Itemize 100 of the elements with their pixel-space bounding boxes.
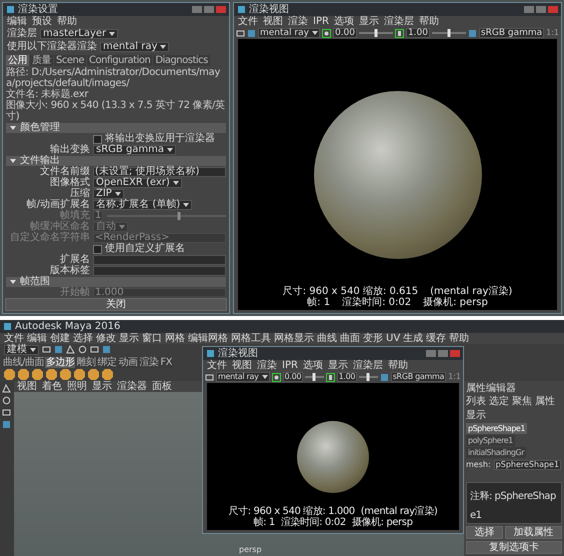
menu-item[interactable]: 文件	[4, 333, 24, 344]
menu-item[interactable]: IPR	[313, 16, 329, 27]
tab[interactable]: Diagnostics	[153, 55, 210, 66]
menu-item[interactable]: 聚焦	[512, 396, 532, 407]
shelf-tab[interactable]: 动画	[117, 357, 138, 368]
panel-button[interactable]: 复制选项卡	[466, 541, 562, 554]
exposure-field[interactable]: 0.00	[332, 28, 358, 38]
node-tab[interactable]: polySphere1	[466, 435, 515, 446]
shelf-tab[interactable]: FX	[159, 357, 173, 368]
menu-item[interactable]: 帮助	[449, 333, 470, 344]
checkbox[interactable]	[93, 244, 102, 254]
menu-item[interactable]: 帮助	[57, 16, 77, 27]
shelf-tab[interactable]: 雕刻	[75, 357, 96, 368]
dropdown[interactable]: sRGB gamma	[93, 145, 176, 155]
menu-item[interactable]: 照明	[67, 381, 87, 392]
menu-item[interactable]: 选择	[73, 333, 93, 344]
menu-item[interactable]: 文件	[238, 16, 258, 27]
toolbar-icon[interactable]	[205, 372, 214, 382]
menu-item[interactable]: 预设	[32, 16, 52, 27]
exposure-field[interactable]: 0.00	[282, 372, 304, 382]
polygon-icon[interactable]	[60, 369, 71, 380]
shelf-tab[interactable]: 绑定	[96, 357, 118, 368]
menu-item[interactable]: 渲染层	[384, 16, 414, 27]
menu-item[interactable]: 渲染	[257, 360, 277, 371]
mode-dropdown[interactable]: 建模	[4, 345, 39, 355]
menu-item[interactable]: 显示	[328, 360, 348, 371]
text-field[interactable]: (未设置; 使用场景名称)	[93, 167, 226, 177]
menu-item[interactable]: 显示	[358, 16, 379, 27]
polygon-icon[interactable]	[102, 369, 113, 380]
tab[interactable]: 公用	[6, 55, 29, 66]
menu-item[interactable]: 变形	[363, 333, 383, 344]
polygon-icon[interactable]	[74, 369, 85, 380]
text-field[interactable]	[93, 266, 226, 276]
tab[interactable]: 质量	[30, 55, 53, 66]
menu-item[interactable]: 编辑	[7, 16, 27, 27]
text-field[interactable]	[93, 255, 226, 265]
color-management-icon[interactable]	[380, 372, 389, 382]
slider-thumb[interactable]	[374, 29, 378, 37]
menu-item[interactable]: UV	[386, 333, 400, 344]
menu-item[interactable]: 显示	[92, 381, 112, 392]
slider-thumb[interactable]	[312, 373, 316, 381]
menu-item[interactable]: 创建	[50, 333, 70, 344]
menu-item[interactable]: 选项	[334, 16, 354, 27]
shelf-tab[interactable]: 渲染	[138, 357, 160, 368]
color-management-icon[interactable]	[468, 28, 477, 38]
menu-item[interactable]: 显示	[466, 410, 486, 421]
menu-item[interactable]: IPR	[282, 360, 298, 371]
polygon-icon[interactable]	[4, 369, 15, 380]
menu-item[interactable]: 修改	[96, 333, 116, 344]
dropdown[interactable]: 名称.扩展名 (单帧)	[93, 200, 192, 210]
menu-item[interactable]: 生成	[403, 333, 424, 344]
node-tab[interactable]: initialShadingGr	[466, 447, 526, 458]
menu-item[interactable]: 网格显示	[274, 333, 314, 344]
tab[interactable]: Configuration	[87, 55, 152, 66]
menu-item[interactable]: 编辑网格	[188, 333, 228, 344]
menu-item[interactable]: 显示	[119, 333, 139, 344]
gamma-field[interactable]: 1.00	[406, 28, 430, 38]
menu-item[interactable]: 缓存	[426, 333, 446, 344]
section-header[interactable]: 帧范围	[6, 277, 226, 287]
menu-item[interactable]: 视图	[263, 16, 283, 27]
dropdown[interactable]: OpenEXR (exr)	[93, 178, 182, 188]
menu-item[interactable]: 列表	[466, 396, 486, 407]
menu-item[interactable]: 帮助	[418, 16, 439, 27]
menu-item[interactable]: 网格工具	[231, 333, 271, 344]
menu-item[interactable]: 渲染层	[352, 360, 383, 371]
close-button[interactable]: 关闭	[5, 298, 227, 311]
shelf-tab[interactable]: 曲线/曲面	[2, 357, 45, 368]
polygon-icon[interactable]	[18, 369, 29, 380]
menu-item[interactable]: 帮助	[388, 360, 408, 371]
section-header[interactable]: 文件输出	[6, 156, 226, 166]
menu-item[interactable]: 着色	[42, 381, 62, 392]
renderer-dropdown[interactable]: mental ray	[100, 42, 170, 52]
shelf-tab[interactable]: 多边形	[44, 357, 76, 368]
menu-item[interactable]: 渲染	[288, 16, 308, 27]
render-layer-dropdown[interactable]: masterLayer	[40, 28, 118, 38]
polygon-icon[interactable]	[32, 369, 43, 380]
dropdown[interactable]: ZIP	[93, 189, 124, 199]
view-transform-dropdown[interactable]: sRGB gamma	[478, 28, 544, 38]
menu-item[interactable]: 文件	[207, 360, 227, 371]
slider-thumb[interactable]	[366, 373, 370, 381]
menu-item[interactable]: 曲线	[317, 333, 337, 344]
menu-item[interactable]: 窗口	[142, 333, 162, 344]
menu-item[interactable]: 视图	[232, 360, 252, 371]
polygon-icon[interactable]	[88, 369, 99, 380]
section-header[interactable]: 颜色管理	[6, 123, 226, 133]
text-field[interactable]: pSphereShape1	[494, 460, 562, 470]
notes-field[interactable]: 注释: pSphereShape1	[466, 482, 562, 524]
menu-item[interactable]: 网格	[165, 333, 185, 344]
node-tab[interactable]: pSphereShape1	[466, 423, 527, 434]
menu-item[interactable]: 视图	[17, 381, 37, 392]
menu-item[interactable]: 曲面	[340, 333, 360, 344]
renderer-dropdown[interactable]: mental ray	[216, 372, 270, 382]
menu-item[interactable]: 面板	[152, 381, 172, 392]
panel-button[interactable]: 选择	[466, 526, 503, 539]
menu-item[interactable]: 选项	[302, 360, 323, 371]
slider-thumb[interactable]	[447, 29, 450, 37]
view-transform-dropdown[interactable]: sRGB gamma	[390, 372, 446, 382]
renderer-dropdown[interactable]: mental ray	[258, 28, 320, 38]
menu-item[interactable]: 编辑	[27, 333, 47, 344]
checkbox[interactable]	[93, 134, 102, 144]
